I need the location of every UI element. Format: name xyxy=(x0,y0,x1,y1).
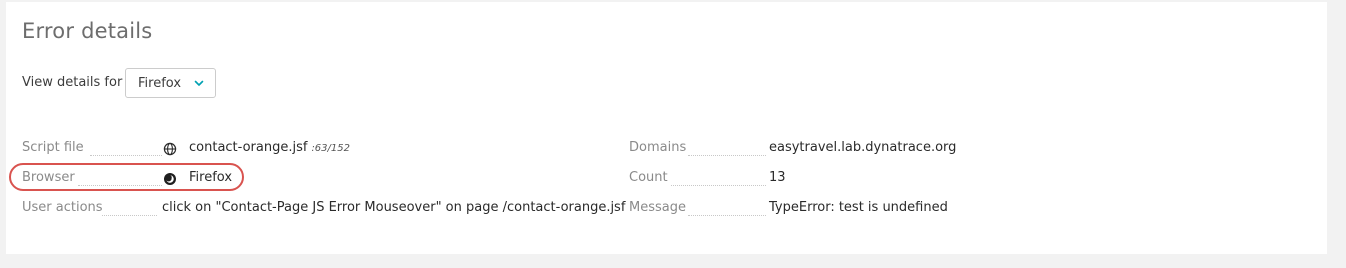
user-actions-value: click on "Contact-Page JS Error Mouseove… xyxy=(162,200,626,215)
user-actions-label: User actions xyxy=(22,200,103,215)
view-details-label: View details for xyxy=(22,75,123,90)
browser-select[interactable]: Firefox xyxy=(125,68,216,98)
script-file-position: :63/152 xyxy=(311,143,350,154)
error-details-card: Error details View details for Firefox S… xyxy=(6,2,1327,254)
browser-select-value: Firefox xyxy=(138,76,182,91)
count-leader xyxy=(671,185,766,186)
script-file-leader xyxy=(90,155,162,156)
message-value: TypeError: test is undefined xyxy=(769,200,948,215)
message-label: Message xyxy=(629,200,686,215)
chevron-down-icon xyxy=(194,80,204,86)
page-title: Error details xyxy=(22,19,153,43)
domains-label: Domains xyxy=(629,140,687,155)
count-label: Count xyxy=(629,170,668,185)
message-leader xyxy=(688,215,766,216)
script-file-value[interactable]: contact-orange.jsf :63/152 xyxy=(189,140,350,155)
globe-icon xyxy=(163,142,177,156)
count-value: 13 xyxy=(769,170,786,185)
user-actions-leader xyxy=(102,215,157,216)
domains-leader xyxy=(688,155,766,156)
domains-value: easytravel.lab.dynatrace.org xyxy=(769,140,957,155)
script-file-name[interactable]: contact-orange.jsf xyxy=(189,140,307,155)
browser-highlight-annotation xyxy=(9,163,244,191)
script-file-label: Script file xyxy=(22,140,84,155)
